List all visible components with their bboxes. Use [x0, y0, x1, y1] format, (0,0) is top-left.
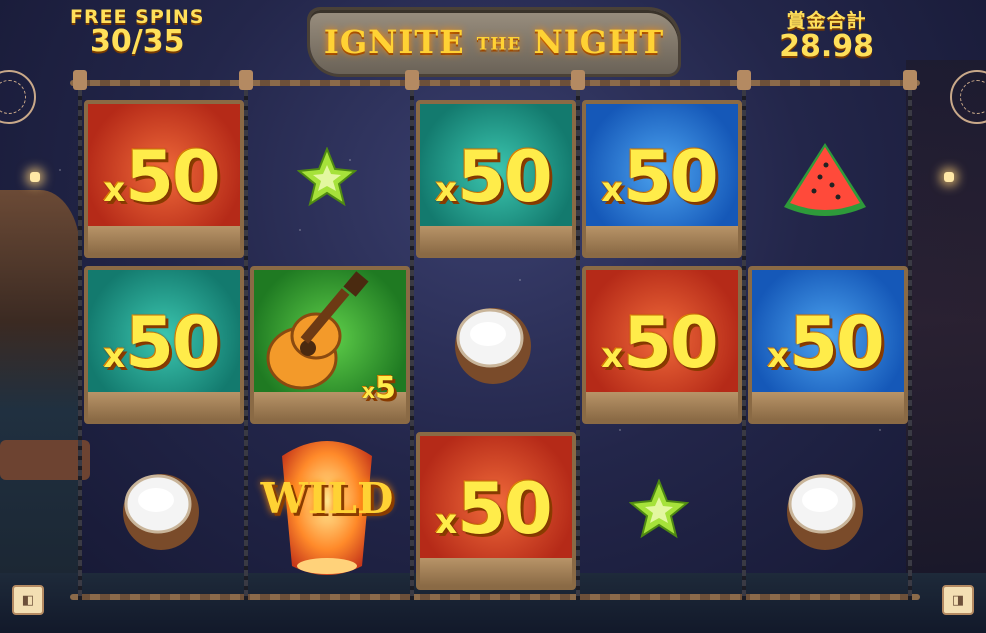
multiplier-value: 50 [789, 302, 884, 384]
multiplier-prefix: x [435, 170, 458, 210]
multiplier-label: x5 [362, 371, 396, 406]
game-title: IGNITE THE NIGHT [324, 23, 664, 61]
reel-cell-multiplier-tile: x50 [576, 94, 742, 260]
tile-band [586, 392, 738, 420]
rope-knot [239, 70, 253, 90]
rope-knot [405, 70, 419, 90]
coconut-icon [787, 474, 863, 550]
multiplier-value: 50 [623, 136, 718, 218]
multiplier-label: x50 [601, 308, 718, 378]
reel-cell-coconut [78, 426, 244, 592]
rope-knot [737, 70, 751, 90]
rope-knot [571, 70, 585, 90]
reel-cell-starfruit [576, 426, 742, 592]
multiplier-prefix: x [103, 170, 126, 210]
reel-cell-multiplier-tile: x50 [410, 94, 576, 260]
coconut-icon [123, 474, 199, 550]
reel-grid: x50 x50 x50 x50 x5 x50 x50 WILD x50 [78, 94, 908, 594]
multiplier-label: x50 [435, 474, 552, 544]
free-spins-value: 30/35 [90, 24, 185, 59]
rope-bottom [70, 594, 920, 600]
reel-cell-starfruit [244, 94, 410, 260]
multiplier-label: x50 [767, 308, 884, 378]
left-menu-button[interactable]: ◧ [12, 585, 44, 615]
multiplier-label: x50 [103, 142, 220, 212]
rope-knot [903, 70, 917, 90]
starfruit-icon [629, 479, 689, 539]
starfruit-icon [297, 147, 357, 207]
reel-cell-multiplier-tile: x50 [576, 260, 742, 426]
wild-label: WILD [260, 474, 394, 523]
game-logo: IGNITE THE NIGHT [310, 10, 678, 74]
tile-band [420, 226, 572, 254]
title-word-1: IGNITE [323, 23, 465, 61]
multiplier-value: 50 [125, 302, 220, 384]
tile-band [420, 558, 572, 586]
reel-cell-guitar-tile: x5 [244, 260, 410, 426]
reel-cell-multiplier-tile: x50 [78, 94, 244, 260]
tile-band [88, 226, 240, 254]
multiplier-value: 5 [375, 371, 396, 406]
rope-top [70, 80, 920, 86]
multiplier-prefix: x [601, 336, 624, 376]
multiplier-prefix: x [767, 336, 790, 376]
multiplier-value: 50 [457, 136, 552, 218]
multiplier-value: 50 [457, 468, 552, 550]
multiplier-prefix: x [362, 379, 376, 403]
right-menu-button[interactable]: ◨ [942, 585, 974, 615]
reel-cell-coconut [410, 260, 576, 426]
tile-band [752, 392, 904, 420]
title-word-3: NIGHT [533, 23, 665, 61]
beach-hut [0, 190, 90, 630]
reel-cell-multiplier-tile: x50 [410, 426, 576, 592]
multiplier-label: x50 [601, 142, 718, 212]
tile-band [88, 392, 240, 420]
total-win-display: 賞金合計 28.98 [779, 6, 874, 64]
reel-cell-multiplier-tile: x50 [742, 260, 908, 426]
multiplier-label: x50 [103, 308, 220, 378]
reel-cell-wild-lantern: WILD [244, 426, 410, 592]
title-word-2: THE [476, 34, 522, 55]
reel-cell-coconut [742, 426, 908, 592]
multiplier-label: x50 [435, 142, 552, 212]
multiplier-prefix: x [435, 502, 458, 542]
tile-band [586, 226, 738, 254]
watermelon-icon [784, 143, 866, 216]
reel-cell-multiplier-tile: x50 [78, 260, 244, 426]
multiplier-prefix: x [601, 170, 624, 210]
multiplier-prefix: x [103, 336, 126, 376]
coconut-icon [455, 308, 531, 384]
free-spins-counter: FREE SPINS 30/35 [70, 6, 204, 59]
lantern-light-icon [30, 172, 40, 182]
rope-knot [73, 70, 87, 90]
chain-divider [908, 80, 912, 600]
total-win-value: 28.98 [779, 29, 874, 64]
multiplier-value: 50 [623, 302, 718, 384]
multiplier-value: 50 [125, 136, 220, 218]
lantern-light-icon [944, 172, 954, 182]
reel-cell-watermelon [742, 94, 908, 260]
